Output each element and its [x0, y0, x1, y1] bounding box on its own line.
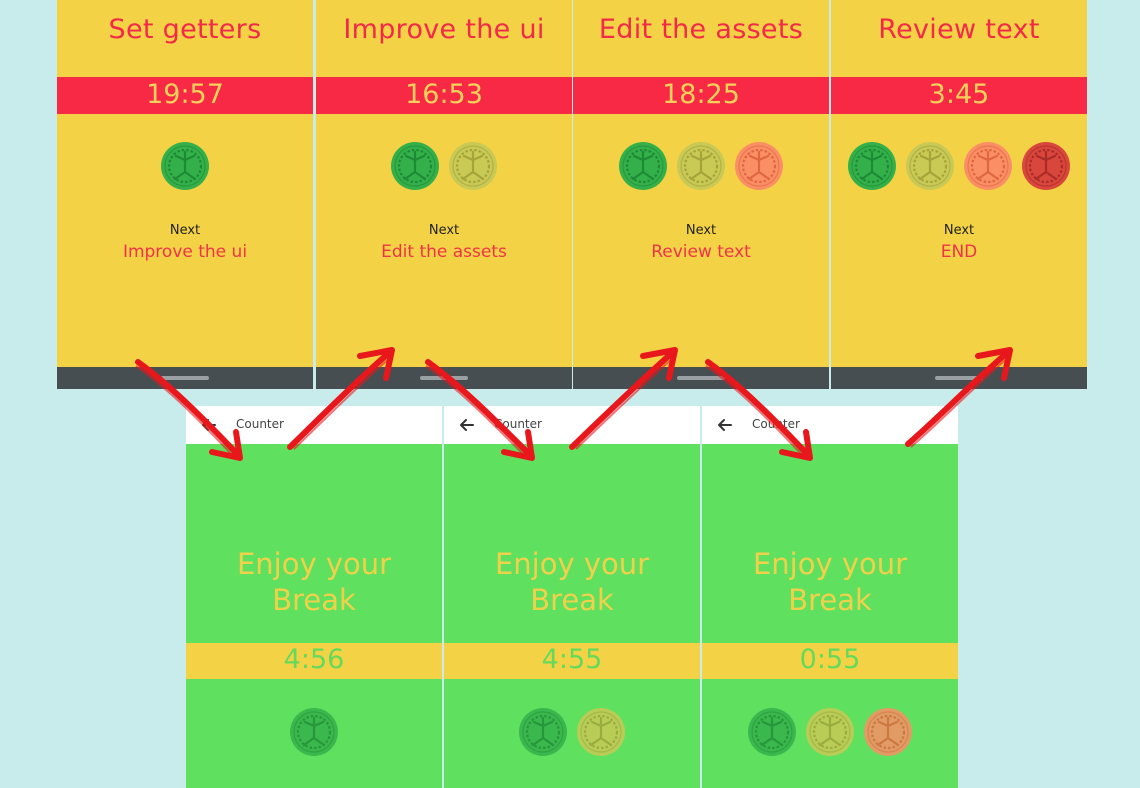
tomato-orange-icon [864, 708, 912, 756]
break-screen-2: Counter Enjoy your Break 4:55 [444, 406, 700, 788]
tomato-counter [186, 708, 442, 756]
tomato-orange-icon [735, 142, 783, 190]
break-message-line-2: Break [788, 583, 872, 617]
break-message-line-2: Break [272, 583, 356, 617]
app-title: Counter [236, 417, 284, 431]
tomato-counter [444, 708, 700, 756]
next-label: Next [428, 223, 460, 238]
tomato-green-icon [848, 142, 896, 190]
task-title: Improve the ui [343, 14, 545, 45]
tomato-counter [573, 142, 829, 190]
app-bar: Counter [444, 406, 700, 444]
break-message-line-1: Enjoy your [494, 547, 650, 581]
task-timer: 18:25 [662, 79, 740, 110]
system-nav-bar [57, 367, 313, 389]
break-timer: 0:55 [799, 644, 861, 675]
break-timer-bar: 0:55 [702, 643, 958, 679]
tomato-olive-icon [449, 142, 497, 190]
system-nav-bar [831, 367, 1087, 389]
task-screen-2: Improve the ui 16:53 Next Edit the asset… [316, 0, 572, 389]
app-bar: Counter [702, 406, 958, 444]
task-timer-bar: 3:45 [831, 77, 1087, 114]
tomato-olive-icon [677, 142, 725, 190]
task-timer: 3:45 [928, 79, 990, 110]
tomato-green-icon [748, 708, 796, 756]
next-label: Next [943, 223, 975, 238]
task-title: Set getters [108, 14, 262, 45]
tomato-green-icon [519, 708, 567, 756]
next-task: Review text [651, 242, 751, 262]
break-screen-1: Counter Enjoy your Break 4:56 [186, 406, 442, 788]
next-label: Next [685, 223, 717, 238]
next-task: Edit the assets [381, 242, 507, 262]
next-label: Next [169, 223, 201, 238]
task-title: Review text [878, 14, 1040, 45]
tomato-green-icon [619, 142, 667, 190]
break-timer-bar: 4:56 [186, 643, 442, 679]
back-arrow-icon[interactable] [198, 414, 220, 436]
app-title: Counter [752, 417, 800, 431]
tomato-orange-icon [964, 142, 1012, 190]
tomato-green-icon [161, 142, 209, 190]
tomato-counter [316, 142, 572, 190]
tomato-olive-icon [806, 708, 854, 756]
tomato-counter [702, 708, 958, 756]
task-timer: 19:57 [146, 79, 224, 110]
break-message-line-1: Enjoy your [236, 547, 392, 581]
app-bar: Counter [186, 406, 442, 444]
task-timer-bar: 19:57 [57, 77, 313, 114]
system-nav-bar [573, 367, 829, 389]
home-handle[interactable] [677, 376, 725, 380]
break-message: Enjoy your Break [186, 546, 442, 618]
task-timer-bar: 16:53 [316, 77, 572, 114]
break-screen-3: Counter Enjoy your Break 0:55 [702, 406, 958, 788]
tomato-red-icon [1022, 142, 1070, 190]
break-message-line-1: Enjoy your [752, 547, 908, 581]
tomato-green-icon [391, 142, 439, 190]
task-screen-4: Review text 3:45 Next END [831, 0, 1087, 389]
break-timer: 4:56 [283, 644, 345, 675]
break-message: Enjoy your Break [702, 546, 958, 618]
tomato-olive-icon [906, 142, 954, 190]
home-handle[interactable] [935, 376, 983, 380]
back-arrow-icon[interactable] [714, 414, 736, 436]
task-screen-1: Set getters 19:57 Next Improve the ui [57, 0, 313, 389]
app-title: Counter [494, 417, 542, 431]
task-timer: 16:53 [405, 79, 483, 110]
break-timer-bar: 4:55 [444, 643, 700, 679]
break-message: Enjoy your Break [444, 546, 700, 618]
task-timer-bar: 18:25 [573, 77, 829, 114]
next-task: Improve the ui [122, 242, 248, 262]
tomato-counter [831, 142, 1087, 190]
task-screen-3: Edit the assets 18:25 Next Review text [573, 0, 829, 389]
break-timer: 4:55 [541, 644, 603, 675]
tomato-counter [57, 142, 313, 190]
tomato-green-icon [290, 708, 338, 756]
break-message-line-2: Break [530, 583, 614, 617]
home-handle[interactable] [420, 376, 468, 380]
back-arrow-icon[interactable] [456, 414, 478, 436]
task-title: Edit the assets [598, 14, 804, 45]
next-task: END [940, 242, 978, 262]
home-handle[interactable] [161, 376, 209, 380]
system-nav-bar [316, 367, 572, 389]
tomato-olive-icon [577, 708, 625, 756]
